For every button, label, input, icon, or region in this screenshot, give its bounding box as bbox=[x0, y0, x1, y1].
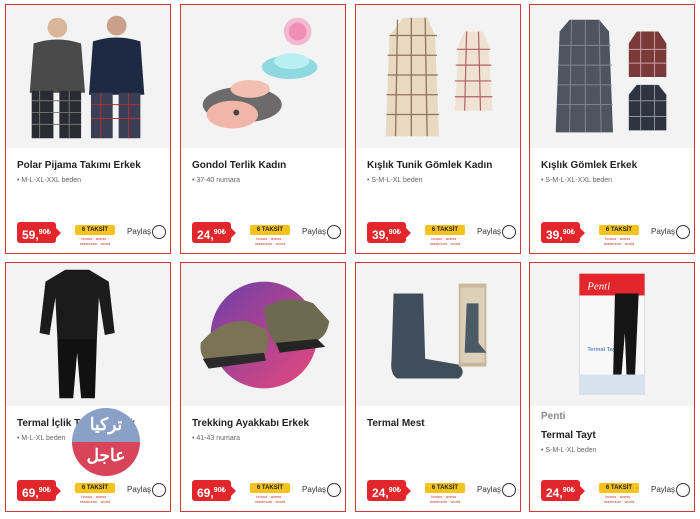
share-radio[interactable] bbox=[152, 483, 166, 497]
product-card[interactable]: Polar Pijama Takımı Erkek • M-L-XL-XXL b… bbox=[5, 4, 171, 254]
share-radio[interactable] bbox=[502, 225, 516, 239]
product-card[interactable]: Trekking Ayakkabı Erkek • 41-43 numara 6… bbox=[180, 262, 346, 512]
installment-badge: 6 TAKSİT bonus · axess · maximum · world bbox=[75, 225, 115, 246]
product-title[interactable]: Termal Mest bbox=[367, 418, 425, 429]
product-size: • 37-40 numara bbox=[192, 177, 240, 184]
product-card[interactable]: Termal Mest 24,90₺ 6 TAKSİT bonus · axess… bbox=[355, 262, 521, 512]
product-image[interactable] bbox=[356, 5, 520, 148]
product-size: • S-M-L-XL beden bbox=[541, 447, 597, 454]
product-card[interactable]: Gondol Terlik Kadın • 37-40 numara 24,90… bbox=[180, 4, 346, 254]
product-image[interactable] bbox=[530, 5, 694, 148]
price-tag: 24,90₺ bbox=[192, 222, 236, 243]
price-tag: 39,90₺ bbox=[541, 222, 585, 243]
product-card[interactable]: Kışlık Gömlek Erkek • S-M-L-XL-XXL beden… bbox=[529, 4, 695, 254]
share-radio[interactable] bbox=[327, 483, 341, 497]
product-size: • 41-43 numara bbox=[192, 435, 240, 442]
installment-badge: 6 TAKSİT bonus · axess · maximum · world bbox=[75, 483, 115, 504]
product-image[interactable] bbox=[181, 5, 345, 148]
product-title[interactable]: Termal Tayt bbox=[541, 430, 596, 441]
installment-badge: 6 TAKSİT bonus · axess · maximum · world bbox=[599, 483, 639, 504]
share-radio[interactable] bbox=[676, 225, 690, 239]
price-tag: 24,90₺ bbox=[367, 480, 411, 501]
product-image[interactable] bbox=[6, 5, 170, 148]
pack-text: Termal Tayt bbox=[587, 347, 617, 353]
product-size: • M-L-XL beden bbox=[17, 435, 66, 442]
share-radio[interactable] bbox=[502, 483, 516, 497]
product-brand: Penti bbox=[541, 411, 566, 422]
product-image[interactable] bbox=[6, 263, 170, 406]
price-tag: 59,90₺ bbox=[17, 222, 61, 243]
installment-badge: 6 TAKSİT bonus · axess · maximum · world bbox=[425, 225, 465, 246]
product-image[interactable]: Penti Termal Tayt bbox=[530, 263, 694, 406]
share-radio[interactable] bbox=[152, 225, 166, 239]
product-size: • S-M-L-XL-XXL beden bbox=[541, 177, 613, 184]
product-size: • M-L-XL-XXL beden bbox=[17, 177, 82, 184]
product-title[interactable]: Trekking Ayakkabı Erkek bbox=[192, 418, 309, 429]
installment-badge: 6 TAKSİT bonus · axess · maximum · world bbox=[425, 483, 465, 504]
share-label: Paylaş bbox=[477, 227, 502, 236]
product-image[interactable] bbox=[356, 263, 520, 406]
installment-badge: 6 TAKSİT bonus · axess · maximum · world bbox=[250, 483, 290, 504]
share-label: Paylaş bbox=[127, 227, 152, 236]
product-card[interactable]: Kışlık Tunik Gömlek Kadın • S-M-L-XL bed… bbox=[355, 4, 521, 254]
product-title[interactable]: Gondol Terlik Kadın bbox=[192, 160, 286, 171]
penti-logo: Penti bbox=[586, 281, 610, 293]
product-title[interactable]: Polar Pijama Takımı Erkek bbox=[17, 160, 141, 171]
product-card[interactable]: Penti Termal Tayt Penti Termal Tayt • S-… bbox=[529, 262, 695, 512]
product-image[interactable] bbox=[181, 263, 345, 406]
share-label: Paylaş bbox=[127, 485, 152, 494]
price-tag: 39,90₺ bbox=[367, 222, 411, 243]
installment-badge: 6 TAKSİT bonus · axess · maximum · world bbox=[250, 225, 290, 246]
installment-badge: 6 TAKSİT bonus · axess · maximum · world bbox=[599, 225, 639, 246]
share-radio[interactable] bbox=[327, 225, 341, 239]
product-title[interactable]: Kışlık Tunik Gömlek Kadın bbox=[367, 160, 492, 171]
price-tag: 69,90₺ bbox=[17, 480, 61, 501]
share-label: Paylaş bbox=[302, 485, 327, 494]
share-label: Paylaş bbox=[651, 485, 676, 494]
price-tag: 69,90₺ bbox=[192, 480, 236, 501]
product-title[interactable]: Kışlık Gömlek Erkek bbox=[541, 160, 637, 171]
share-label: Paylaş bbox=[302, 227, 327, 236]
product-grid: Polar Pijama Takımı Erkek • M-L-XL-XXL b… bbox=[0, 0, 700, 519]
share-label: Paylaş bbox=[477, 485, 502, 494]
price-tag: 24,90₺ bbox=[541, 480, 585, 501]
watermark-logo: تركيا عاجل bbox=[72, 408, 140, 476]
share-radio[interactable] bbox=[676, 483, 690, 497]
share-label: Paylaş bbox=[651, 227, 676, 236]
product-size: • S-M-L-XL beden bbox=[367, 177, 423, 184]
